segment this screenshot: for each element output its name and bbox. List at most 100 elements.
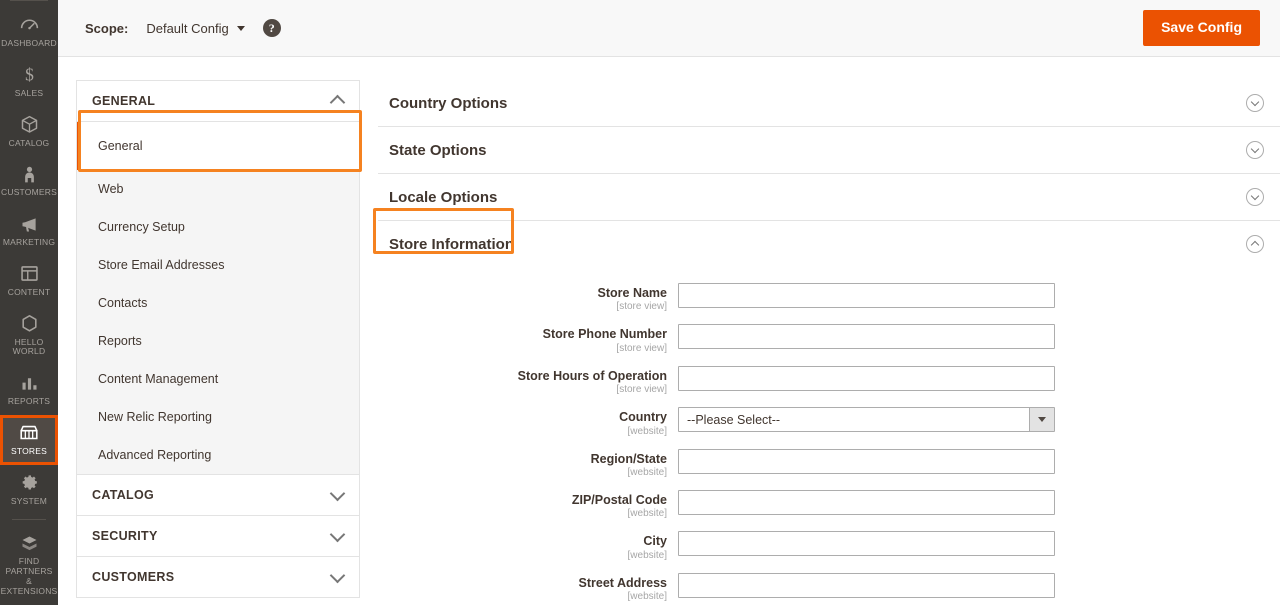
field-label-group: Street Address [website] (378, 573, 678, 602)
zip-postal-code-input[interactable] (678, 489, 1055, 515)
section-title: Country Options (389, 94, 508, 112)
sidebar-item-label: DASHBOARD (1, 38, 57, 48)
field-label: City (643, 534, 667, 549)
field-label: ZIP/Postal Code (571, 492, 667, 507)
country-select[interactable]: --Please Select-- (678, 407, 1055, 433)
field-control (678, 324, 1055, 350)
chevron-down-icon (1246, 94, 1264, 112)
section-title: Store Information (389, 235, 515, 253)
chevron-down-icon (329, 485, 346, 501)
chevron-up-icon (1246, 235, 1264, 253)
config-nav-section-security: SECURITY (76, 515, 360, 556)
config-nav-section-title: CUSTOMERS (92, 570, 175, 584)
sidebar-item-sales[interactable]: $ SALES (0, 57, 58, 107)
street-address-input[interactable] (678, 572, 1055, 598)
scope-dropdown[interactable]: Default Config (146, 20, 245, 36)
sidebar-item-content[interactable]: CONTENT (0, 256, 58, 306)
field-zip-postal-code: ZIP/Postal Code [website] (378, 489, 1280, 519)
section-store-information: Store Information Store Name [store view… (378, 221, 1280, 605)
save-config-button[interactable]: Save Config (1143, 10, 1260, 46)
config-nav-item-content-management[interactable]: Content Management (77, 360, 359, 398)
store-information-form: Store Name [store view] Store Phone Numb… (378, 267, 1280, 605)
config-nav-section-general: GENERAL General Web Currency Setup Store… (76, 80, 360, 474)
chevron-down-icon (1246, 141, 1264, 159)
section-state-options: State Options (378, 127, 1280, 174)
config-nav-item-store-email-addresses[interactable]: Store Email Addresses (77, 246, 359, 284)
sidebar-divider (12, 519, 46, 521)
config-content-panel: Country Options State Options Locale Opt… (378, 80, 1280, 605)
field-control: --Please Select-- (678, 407, 1055, 433)
section-country-options: Country Options (378, 80, 1280, 127)
sidebar-item-marketing[interactable]: MARKETING (0, 206, 58, 256)
scope-selected-value: Default Config (146, 20, 229, 36)
field-scope: [store view] (616, 342, 667, 354)
storefront-icon (18, 422, 40, 444)
scope-label: Scope: (85, 20, 129, 36)
sidebar-item-label: REPORTS (7, 396, 51, 407)
field-label: Store Phone Number (542, 327, 667, 342)
sidebar-item-label: SALES (14, 87, 44, 98)
store-name-input[interactable] (678, 283, 1055, 308)
field-scope: [website] (627, 466, 667, 478)
config-nav-section-title: SECURITY (92, 529, 158, 543)
config-nav-item-reports[interactable]: Reports (77, 322, 359, 360)
config-nav-item-advanced-reporting[interactable]: Advanced Reporting (77, 436, 359, 474)
region-state-input[interactable] (678, 448, 1055, 474)
chevron-down-icon (1029, 408, 1054, 432)
sidebar-item-hello-world[interactable]: HELLO WORLD (0, 306, 58, 366)
field-label-group: Store Phone Number [store view] (378, 324, 678, 353)
chevron-down-icon (329, 567, 346, 583)
config-nav-panel: GENERAL General Web Currency Setup Store… (76, 80, 360, 605)
field-street-address: Street Address [website] (378, 572, 1280, 602)
section-header-store-information[interactable]: Store Information (378, 221, 1280, 267)
sidebar-item-label: CUSTOMERS (1, 187, 57, 198)
help-icon[interactable]: ? (262, 19, 281, 37)
field-scope: [website] (627, 508, 667, 520)
store-phone-number-input[interactable] (678, 324, 1055, 350)
sidebar-top-divider (10, 0, 48, 1)
box-icon (18, 114, 40, 136)
extension-box-icon (18, 532, 40, 554)
chevron-down-icon (329, 526, 346, 542)
config-nav-item-new-relic-reporting[interactable]: New Relic Reporting (77, 398, 359, 436)
sidebar-item-stores[interactable]: STORES (0, 414, 58, 465)
field-region-state: Region/State [website] (378, 448, 1280, 478)
config-nav-section-header-general[interactable]: GENERAL (77, 81, 359, 121)
field-label-group: City [website] (378, 531, 678, 560)
svg-text:$: $ (25, 65, 34, 85)
config-nav-section-header-security[interactable]: SECURITY (77, 516, 359, 556)
config-nav-section-body-general: General Web Currency Setup Store Email A… (77, 121, 359, 474)
sidebar-item-label: SYSTEM (10, 495, 48, 506)
config-nav-section-header-customers[interactable]: CUSTOMERS (77, 557, 359, 597)
sidebar-item-label: MARKETING (2, 237, 56, 248)
dollar-icon: $ (18, 64, 40, 86)
sidebar-item-label: CATALOG (8, 137, 50, 148)
section-header-locale-options[interactable]: Locale Options (378, 174, 1280, 220)
field-label-group: Store Name [store view] (378, 283, 678, 312)
admin-sidebar: DASHBOARD $ SALES CATALOG CUSTOMERS MARK… (0, 0, 58, 605)
sidebar-item-system[interactable]: SYSTEM (0, 465, 58, 515)
config-nav-item-contacts[interactable]: Contacts (77, 284, 359, 322)
field-label-group: Store Hours of Operation [store view] (378, 366, 678, 395)
field-control (678, 283, 1055, 308)
section-locale-options: Locale Options (378, 174, 1280, 221)
sidebar-item-catalog[interactable]: CATALOG (0, 107, 58, 157)
section-title: Locale Options (389, 188, 498, 206)
section-header-country-options[interactable]: Country Options (378, 80, 1280, 126)
sidebar-item-dashboard[interactable]: DASHBOARD (0, 7, 58, 57)
sidebar-item-customers[interactable]: CUSTOMERS (0, 156, 58, 206)
config-nav-item-general[interactable]: General (77, 122, 359, 170)
config-nav-item-currency-setup[interactable]: Currency Setup (77, 208, 359, 246)
layout-icon (18, 263, 40, 285)
config-nav-section-header-catalog[interactable]: CATALOG (77, 475, 359, 515)
field-label-group: ZIP/Postal Code [website] (378, 490, 678, 519)
field-store-hours-of-operation: Store Hours of Operation [store view] (378, 365, 1280, 395)
store-hours-of-operation-input[interactable] (678, 365, 1055, 391)
city-input[interactable] (678, 531, 1055, 557)
page-body: GENERAL General Web Currency Setup Store… (58, 57, 1280, 605)
bar-chart-icon (18, 372, 40, 394)
sidebar-item-find-partners[interactable]: FIND PARTNERS & EXTENSIONS (0, 525, 58, 604)
sidebar-item-reports[interactable]: REPORTS (0, 365, 58, 415)
section-header-state-options[interactable]: State Options (378, 127, 1280, 173)
config-nav-item-web[interactable]: Web (77, 170, 359, 208)
